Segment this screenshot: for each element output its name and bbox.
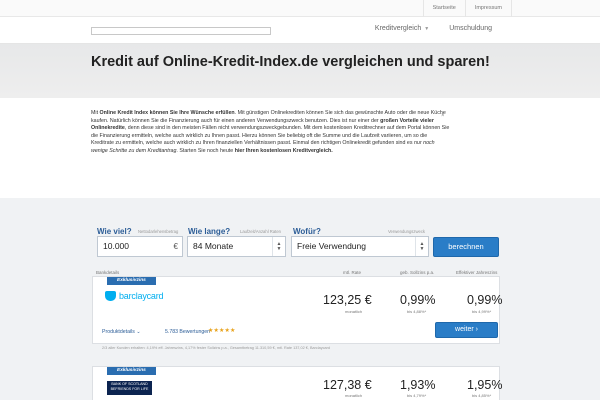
intro-cta-link[interactable]: hier Ihren kostenlosen Kreditvergleich. [235, 148, 333, 154]
offer-card: Exklusivzins barclaycard 123,25 € monatl… [92, 276, 503, 344]
nav-label-kreditvergleich: Kreditvergleich [374, 25, 422, 32]
nav-kreditvergleich[interactable]: Kreditvergleich ▼ [365, 25, 439, 32]
duration-select[interactable]: 84 Monate ▲ ▼ [187, 236, 286, 257]
search-input[interactable] [91, 27, 271, 35]
hero-banner: Kredit auf Online-Kredit-Index.de vergle… [0, 44, 600, 98]
euro-suffix: € [173, 242, 178, 251]
bank-logo: barclaycard [105, 291, 164, 301]
offer-footnote: 2/3 aller Kunden erhalten: 4,19% eff. Ja… [102, 346, 331, 350]
eff-value: 1,95% [467, 378, 503, 392]
amount-hint: Nettodarlehensbetrag [138, 229, 179, 234]
continue-button[interactable]: weiter › [435, 322, 498, 338]
page-title: Kredit auf Online-Kredit-Index.de vergle… [91, 54, 490, 70]
intro-t3: , denn diese sind in den meisten Fällen … [91, 125, 450, 147]
intro-text: Mit Online Kredit Index können Sie Ihre … [91, 110, 451, 156]
eagle-icon [105, 291, 116, 301]
stepper-arrows-icon: ▲ ▼ [415, 237, 428, 256]
top-utility-bar: Startseite Impressum [0, 0, 600, 17]
calculate-button[interactable]: berechnen [433, 237, 499, 257]
col-eff: Effektiver Jahreszins [456, 270, 498, 275]
reviews-link[interactable]: 5.783 Bewertungen [165, 329, 210, 335]
product-details-label: Produktdetails [102, 329, 135, 335]
duration-value: 84 Monate [193, 241, 234, 251]
col-rate: mtl. Rate [343, 270, 362, 275]
intro-t1: Mit [91, 110, 100, 116]
col-bank: Bankdetails [96, 270, 120, 275]
purpose-value: Freie Verwendung [297, 241, 366, 251]
close-icon[interactable]: × [441, 113, 445, 119]
intro-t4: . Starten Sie noch heute [176, 147, 235, 154]
sollzins-range: bis 4,88%* [407, 309, 427, 314]
offer-card: Exklusivzins BANK OF SCOTLAND BEFRIENDS … [92, 366, 503, 400]
purpose-hint: Verwendungszweck [388, 229, 426, 234]
link-impressum[interactable]: Impressum [464, 0, 512, 17]
stepper-arrows-icon: ▲ ▼ [272, 237, 285, 256]
offer-flag: Exklusivzins [107, 367, 156, 375]
monthly-label: monatlich [345, 309, 363, 314]
site-header: Kreditvergleich ▼ Umschuldung [0, 17, 600, 44]
sollzins-value: 1,93% [400, 378, 436, 392]
purpose-label: Wofür? [293, 227, 321, 236]
duration-hint: Laufzeit/Anzahl Raten [240, 229, 281, 234]
bank-logo: BANK OF SCOTLAND BEFRIENDS FOR LIFE [107, 381, 152, 395]
intro-b1: Online Kredit Index können Sie Ihre Wüns… [99, 110, 235, 116]
sollzins-range: bis 4,79%* [407, 393, 427, 398]
eff-range: bis 4,85%* [472, 393, 492, 398]
monthly-rate: 127,38 € [323, 378, 372, 392]
main-nav: Kreditvergleich ▼ Umschuldung [365, 25, 502, 32]
monthly-rate: 123,25 € [323, 293, 372, 307]
top-links: Startseite Impressum [422, 0, 512, 17]
chevron-down-icon: ⌄ [136, 329, 141, 335]
duration-label: Wie lange? [188, 227, 231, 236]
nav-umschuldung[interactable]: Umschuldung [439, 25, 502, 32]
offer-flag: Exklusivzins [107, 277, 156, 285]
sollzins-value: 0,99% [400, 293, 436, 307]
product-details-link[interactable]: Produktdetails ⌄ [102, 329, 141, 335]
purpose-select[interactable]: Freie Verwendung ▲ ▼ [291, 236, 429, 257]
star-rating-icon: ★★★★★ [208, 328, 236, 334]
chevron-down-icon: ▼ [424, 25, 430, 32]
nav-label-umschuldung: Umschuldung [449, 25, 492, 32]
bank-tagline: BEFRIENDS FOR LIFE [110, 387, 149, 391]
link-startseite[interactable]: Startseite [422, 0, 465, 17]
bank-name: barclaycard [119, 291, 164, 301]
eff-value: 0,99% [467, 293, 503, 307]
amount-field[interactable]: 10.000 € [97, 236, 183, 257]
amount-value: 10.000 [103, 241, 129, 251]
amount-label: Wie viel? [97, 227, 132, 236]
eff-range: bis 4,99%* [472, 309, 492, 314]
col-sollzins: geb. Sollzins p.a. [400, 270, 435, 275]
monthly-label: monatlich [345, 393, 363, 398]
